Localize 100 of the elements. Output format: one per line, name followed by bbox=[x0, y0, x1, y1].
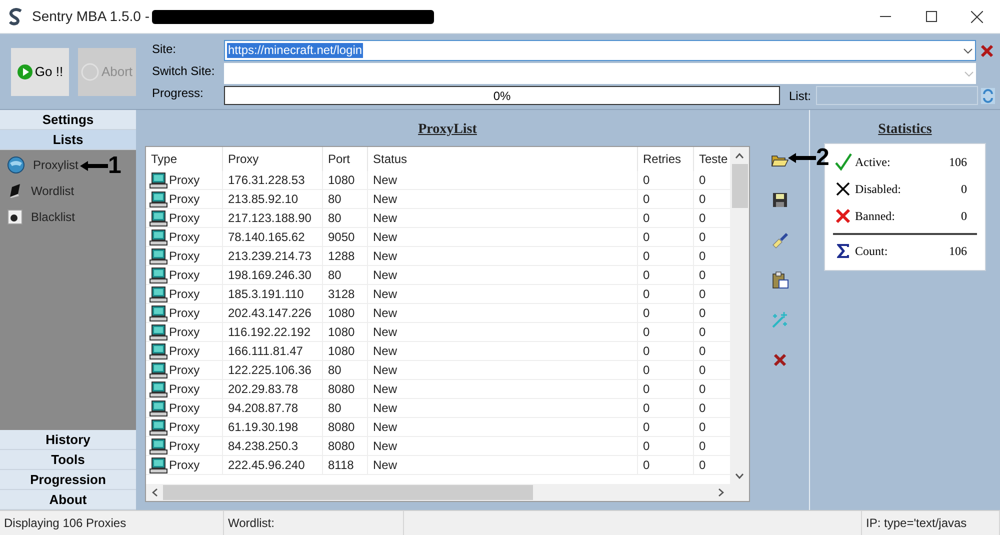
switch-site-field[interactable] bbox=[224, 63, 976, 84]
table-cell-text: New bbox=[373, 210, 398, 227]
table-cell-text: 166.111.81.47 bbox=[228, 343, 303, 360]
minimize-icon bbox=[880, 16, 890, 18]
stat-value: 0 bbox=[961, 208, 967, 224]
table-cell-text: 0 bbox=[699, 400, 706, 417]
table-cell-text: 0 bbox=[643, 457, 650, 474]
sidebar-tab[interactable]: Lists bbox=[0, 130, 136, 150]
list-item[interactable]: Wordlist bbox=[31, 182, 74, 200]
clipboard-icon[interactable] bbox=[772, 271, 788, 289]
annotation-number: 1 bbox=[108, 154, 122, 178]
column-header[interactable]: Status bbox=[368, 147, 638, 171]
table-cell-text: 0 bbox=[643, 172, 650, 189]
status-text: IP: type='text/javas bbox=[866, 515, 967, 532]
table-cell-text: 0 bbox=[643, 248, 650, 265]
status-text: Wordlist: bbox=[228, 515, 274, 532]
site-field[interactable]: https://minecraft.net/login bbox=[224, 40, 976, 61]
stat-label: Banned: bbox=[855, 208, 895, 224]
table-cell-text: Proxy bbox=[169, 438, 200, 455]
scroll-thumb[interactable] bbox=[163, 485, 533, 500]
panel-title: Statistics bbox=[878, 121, 932, 139]
stat-value: 106 bbox=[949, 242, 967, 260]
table-cell-text: 0 bbox=[643, 419, 650, 436]
computer-icon bbox=[149, 286, 168, 302]
table-cell-text: 0 bbox=[699, 248, 706, 265]
field-label: Progress: bbox=[152, 85, 204, 101]
column-header[interactable]: Type bbox=[146, 147, 223, 171]
table-cell-text: Proxy bbox=[169, 191, 200, 208]
table-cell-text: 78.140.165.62 bbox=[228, 229, 305, 246]
field-label: Switch Site: bbox=[152, 63, 216, 79]
stat-label: Count: bbox=[855, 242, 888, 260]
clear-icon[interactable] bbox=[980, 44, 994, 58]
table-cell-text: New bbox=[373, 305, 398, 322]
table-cell-text: 0 bbox=[643, 362, 650, 379]
table-cell-text: 0 bbox=[699, 286, 706, 303]
sigma-icon bbox=[835, 242, 851, 258]
table-cell-text: 94.208.87.78 bbox=[228, 400, 298, 417]
scroll-thumb[interactable] bbox=[732, 164, 748, 208]
computer-icon bbox=[149, 438, 168, 454]
sidebar-tab[interactable]: Progression bbox=[0, 470, 136, 490]
table-cell-text: New bbox=[373, 286, 398, 303]
table-cell-text: 1288 bbox=[328, 248, 355, 265]
brush-icon[interactable] bbox=[771, 231, 789, 249]
table-cell-text: 0 bbox=[699, 381, 706, 398]
table-cell-text: 0 bbox=[643, 286, 650, 303]
table-cell-text: 0 bbox=[643, 400, 650, 417]
chevron-up-icon[interactable] bbox=[735, 152, 744, 158]
column-header[interactable]: Port bbox=[323, 147, 368, 171]
table-cell-text: Proxy bbox=[169, 419, 200, 436]
table-cell-text: 3128 bbox=[328, 286, 355, 303]
table-cell-text: 0 bbox=[699, 457, 706, 474]
computer-icon bbox=[149, 324, 168, 340]
column-header[interactable]: Proxy bbox=[223, 147, 323, 171]
table-cell-text: Proxy bbox=[169, 362, 200, 379]
sidebar-tab[interactable]: About bbox=[0, 490, 136, 510]
table-cell-text: 0 bbox=[643, 438, 650, 455]
folder-icon[interactable] bbox=[771, 152, 789, 168]
table-cell-text: New bbox=[373, 438, 398, 455]
table-cell-text: New bbox=[373, 324, 398, 341]
table-cell-text: 80 bbox=[328, 210, 342, 227]
table-cell-text: 0 bbox=[643, 191, 650, 208]
chevron-right-icon[interactable] bbox=[718, 488, 724, 497]
table-cell-text: New bbox=[373, 400, 398, 417]
table-cell-text: 185.3.191.110 bbox=[228, 286, 304, 303]
table-cell-text: 61.19.30.198 bbox=[228, 419, 298, 436]
vertical-scrollbar[interactable] bbox=[730, 147, 749, 484]
table-cell-text: 116.192.22.192 bbox=[228, 324, 311, 341]
sidebar-tab[interactable]: Settings bbox=[0, 110, 136, 130]
list-item[interactable]: Blacklist bbox=[31, 208, 76, 226]
computer-icon bbox=[149, 210, 168, 226]
computer-icon bbox=[149, 190, 168, 208]
table-cell-text: Proxy bbox=[169, 381, 200, 398]
table-cell-text: 0 bbox=[643, 381, 650, 398]
sidebar-tab[interactable]: History bbox=[0, 430, 136, 450]
table-cell-text: 9050 bbox=[328, 229, 355, 246]
table-cell-text: Proxy bbox=[169, 400, 200, 417]
chevron-down-icon bbox=[964, 70, 974, 76]
column-header[interactable]: Retries bbox=[638, 147, 694, 171]
table-cell-text: 0 bbox=[699, 324, 706, 341]
table-cell-text: Proxy bbox=[169, 248, 200, 265]
table-cell-text: 8080 bbox=[328, 419, 355, 436]
annotation-number: 2 bbox=[816, 146, 830, 170]
table-cell-text: 80 bbox=[328, 191, 342, 208]
table-cell-text: 0 bbox=[643, 267, 650, 284]
table-cell-text: Proxy bbox=[169, 267, 200, 284]
sidebar-tab[interactable]: Tools bbox=[0, 450, 136, 470]
chevron-down-icon[interactable] bbox=[735, 472, 744, 478]
table-cell-text: 1080 bbox=[328, 172, 355, 189]
computer-icon bbox=[149, 418, 168, 436]
table-cell-text: Proxy bbox=[169, 210, 200, 227]
delete-icon[interactable] bbox=[773, 353, 787, 367]
list-item[interactable]: Proxylist bbox=[33, 156, 78, 174]
go-button[interactable]: Go !! bbox=[11, 48, 69, 96]
site-url: https://minecraft.net/login bbox=[227, 43, 364, 58]
horizontal-scrollbar[interactable] bbox=[146, 484, 749, 501]
table-cell-text: 80 bbox=[328, 400, 342, 417]
refresh-icon[interactable] bbox=[981, 88, 996, 104]
chevron-left-icon[interactable] bbox=[152, 488, 158, 497]
computer-icon bbox=[149, 362, 168, 378]
table-cell-text: Proxy bbox=[169, 324, 200, 341]
